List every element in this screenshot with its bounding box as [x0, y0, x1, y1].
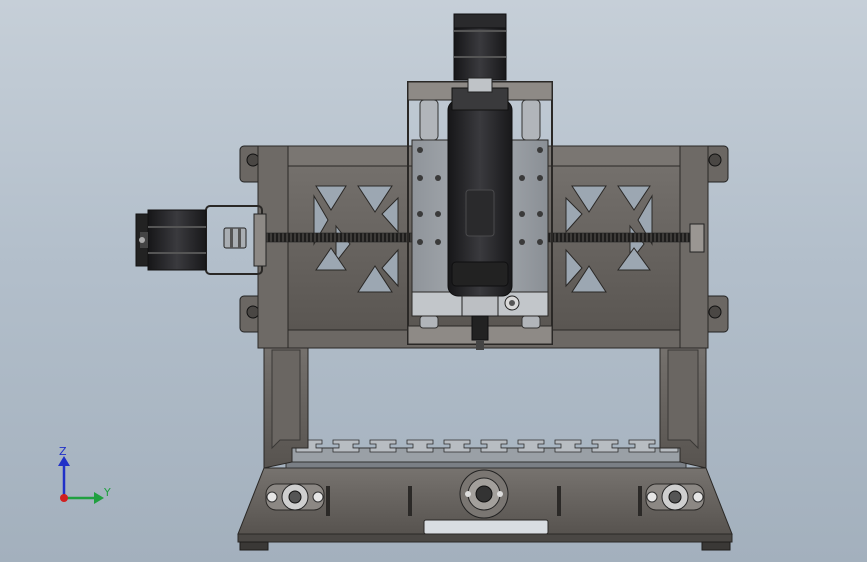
triad-z-label: Z — [59, 445, 67, 458]
base-center-bearing — [459, 469, 509, 519]
coupler — [223, 227, 247, 249]
triad-y-label: Y — [103, 486, 111, 499]
bearing-mount-left — [265, 483, 325, 511]
triad-x-origin — [60, 494, 68, 502]
bearing-mount-right — [645, 483, 705, 511]
axis-triad[interactable]: Z Y — [58, 445, 111, 504]
triad-y-arrow — [94, 492, 104, 504]
foot-right — [701, 541, 731, 551]
foot-left — [239, 541, 269, 551]
t-slot-bed — [285, 439, 687, 469]
y-stepper-motor — [135, 209, 207, 271]
z-stepper-motor — [453, 13, 507, 93]
cad-viewport[interactable]: Z Y — [0, 0, 867, 562]
